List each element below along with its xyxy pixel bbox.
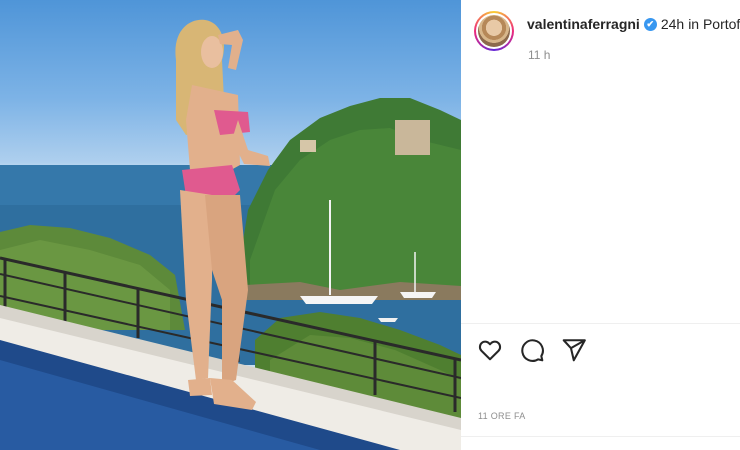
divider (461, 323, 740, 324)
divider (461, 436, 740, 437)
post-side-panel: valentinaferragni ✔ 24h in Portofino 11 … (461, 0, 740, 450)
share-icon[interactable] (561, 337, 587, 363)
verified-badge-icon: ✔ (643, 17, 657, 31)
post-photo[interactable] (0, 0, 461, 450)
post-image-illustration (0, 19, 461, 450)
post-age: 24h (660, 16, 685, 32)
castle (395, 120, 430, 155)
caption-time-ago: 11 h (528, 48, 551, 62)
location-link[interactable]: in Portofino (688, 16, 740, 32)
post-header: valentinaferragni ✔ 24h in Portofino (527, 16, 740, 32)
username-link[interactable]: valentinaferragni (527, 16, 640, 32)
avatar (478, 15, 510, 47)
heart-icon[interactable] (477, 337, 503, 363)
comment-icon[interactable] (519, 337, 545, 363)
post-timestamp[interactable]: 11 ORE FA (478, 411, 526, 421)
story-ring-avatar[interactable] (474, 11, 514, 51)
action-bar (477, 337, 587, 363)
